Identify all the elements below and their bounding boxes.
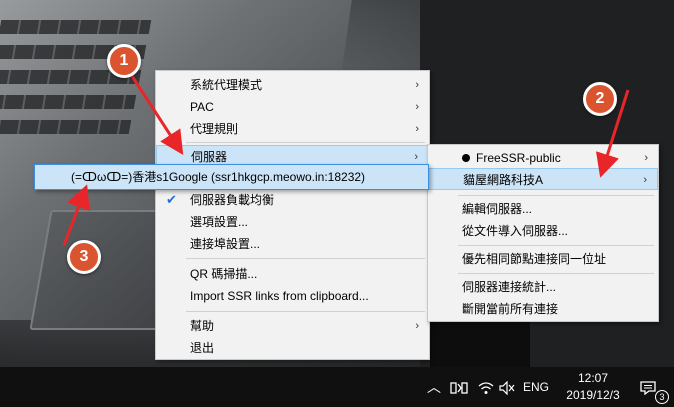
- menu-separator: [186, 258, 425, 259]
- server-submenu: FreeSSR-public › 貓屋網路科技A › 編輯伺服器... 從文件導…: [427, 144, 659, 322]
- input-language[interactable]: ENG: [523, 367, 549, 407]
- notification-icon[interactable]: [640, 367, 656, 407]
- submenu-item-same-node-priority[interactable]: 優先相同節點連接同一位址: [428, 248, 658, 270]
- keyboard-row: [0, 20, 152, 34]
- checkmark-icon: ✔: [166, 192, 177, 207]
- menu-item-label: 代理規則: [190, 122, 239, 136]
- menu-item-label: 選項設置...: [190, 215, 249, 229]
- volume-muted-icon[interactable]: [499, 367, 515, 407]
- taskbar: ︿ ENG 12:07 2019/12/3 3: [0, 367, 674, 407]
- keyboard-row: [0, 120, 132, 134]
- server-entry-hk-s1-google[interactable]: (=ↀωↀ=)香港s1Google (ssr1hkgcp.meowo.in:18…: [34, 164, 429, 190]
- radio-dot-icon: [462, 154, 470, 162]
- ssr-context-menu: 系統代理模式 › PAC › 代理規則 › 伺服器 › ✔ 伺服器負載均衡 選項…: [155, 70, 430, 360]
- menu-item-label: QR 碼掃描...: [190, 267, 258, 281]
- menu-separator: [458, 273, 654, 274]
- menu-item-label: 編輯伺服器...: [462, 202, 533, 216]
- menu-item-text: FreeSSR-public: [476, 151, 561, 165]
- menu-item-label: FreeSSR-public: [462, 147, 561, 169]
- menu-separator: [458, 245, 654, 246]
- submenu-item-edit-servers[interactable]: 編輯伺服器...: [428, 198, 658, 220]
- annotation-badge-1: 1: [107, 44, 141, 78]
- wifi-icon[interactable]: [478, 367, 494, 407]
- ssr-tray-icon[interactable]: [450, 367, 468, 407]
- menu-item-options[interactable]: 選項設置...: [156, 211, 429, 233]
- chevron-right-icon: ›: [415, 79, 419, 91]
- clock-time: 12:07: [577, 371, 609, 385]
- menu-item-label: 斷開當前所有連接: [462, 302, 559, 316]
- submenu-item-import-from-file[interactable]: 從文件導入伺服器...: [428, 220, 658, 242]
- menu-item-label: PAC: [190, 100, 214, 114]
- menu-separator: [186, 142, 425, 143]
- menu-separator: [458, 195, 654, 196]
- menu-item-label: 幫助: [190, 319, 215, 333]
- chevron-up-icon[interactable]: ︿: [427, 367, 441, 407]
- menu-item-label: 貓屋網路科技A: [463, 173, 544, 187]
- menu-item-label: 伺服器連接統計...: [462, 280, 557, 294]
- menu-item-label: 伺服器負載均衡: [190, 193, 275, 207]
- menu-item-label: 優先相同節點連接同一位址: [462, 252, 607, 266]
- notification-count-badge: 3: [655, 390, 669, 404]
- menu-separator: [186, 311, 425, 312]
- menu-item-proxy-rules[interactable]: 代理規則 ›: [156, 118, 429, 140]
- chevron-right-icon: ›: [644, 152, 648, 164]
- chevron-right-icon: ›: [643, 174, 647, 186]
- menu-item-system-proxy-mode[interactable]: 系統代理模式 ›: [156, 74, 429, 96]
- submenu-item-disconnect-all[interactable]: 斷開當前所有連接: [428, 298, 658, 320]
- menu-item-help[interactable]: 幫助 ›: [156, 315, 429, 337]
- submenu-item-connection-stats[interactable]: 伺服器連接統計...: [428, 276, 658, 298]
- server-entry-label: (=ↀωↀ=)香港s1Google (ssr1hkgcp.meowo.in:18…: [71, 170, 366, 184]
- menu-item-label: 從文件導入伺服器...: [462, 224, 569, 238]
- clock-date: 2019/12/3: [566, 388, 620, 402]
- annotation-badge-3: 3: [67, 240, 101, 274]
- chevron-right-icon: ›: [415, 320, 419, 332]
- submenu-item-freessr-public[interactable]: FreeSSR-public ›: [428, 147, 658, 169]
- menu-item-label: 連接埠設置...: [190, 237, 261, 251]
- chevron-right-icon: ›: [415, 101, 419, 113]
- chevron-right-icon: ›: [415, 123, 419, 135]
- submenu-item-meowo-a[interactable]: 貓屋網路科技A ›: [428, 168, 658, 190]
- menu-item-exit[interactable]: 退出: [156, 337, 429, 359]
- annotation-badge-2: 2: [583, 82, 617, 116]
- menu-item-pac[interactable]: PAC ›: [156, 96, 429, 118]
- menu-item-qr-scan[interactable]: QR 碼掃描...: [156, 263, 429, 285]
- system-clock[interactable]: 12:07 2019/12/3: [558, 370, 628, 404]
- menu-item-label: 退出: [190, 341, 215, 355]
- menu-item-import-ssr-links[interactable]: Import SSR links from clipboard...: [156, 285, 429, 307]
- menu-item-port-settings[interactable]: 連接埠設置...: [156, 233, 429, 255]
- menu-item-label: 系統代理模式: [190, 78, 263, 92]
- menu-item-load-balance[interactable]: ✔ 伺服器負載均衡: [156, 189, 429, 211]
- keyboard-row: [0, 95, 137, 109]
- menu-item-label: Import SSR links from clipboard...: [190, 289, 369, 303]
